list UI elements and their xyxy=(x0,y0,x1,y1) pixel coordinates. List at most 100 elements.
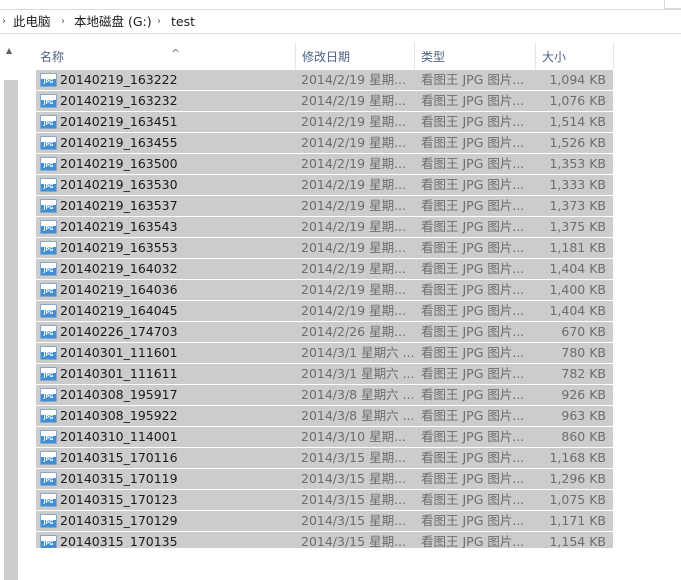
file-row[interactable]: JPG 20140310_114001 2014/3/10 星期... 看图王 JPG… xyxy=(36,427,613,447)
file-type: 看图王 JPG 图片... xyxy=(421,303,525,318)
chevron-right-icon[interactable]: › xyxy=(2,10,6,33)
jpg-file-icon-label: JPG xyxy=(43,247,54,253)
file-row[interactable]: JPG 20140219_164036 2014/2/19 星期... 看图王 JPG… xyxy=(36,280,613,300)
file-type: 看图王 JPG 图片... xyxy=(421,471,525,486)
file-row[interactable]: JPG 20140219_163455 2014/2/19 星期... 看图王 JPG… xyxy=(36,133,613,153)
jpg-file-icon-label: JPG xyxy=(43,100,54,106)
breadcrumb-this-pc[interactable]: 此电脑 xyxy=(13,10,51,33)
file-row[interactable]: JPG 20140219_163232 2014/2/19 星期... 看图王 JPG… xyxy=(36,91,613,111)
navigation-pane-scrollbar[interactable]: ▲ xyxy=(0,42,22,580)
file-row[interactable]: JPG 20140301_111611 2014/3/1 星期六 ... 看图王 JP… xyxy=(36,364,613,384)
jpg-file-icon-label: JPG xyxy=(43,289,54,295)
file-type: 看图王 JPG 图片... xyxy=(421,345,525,360)
file-date: 2014/2/19 星期... xyxy=(301,219,406,234)
file-row[interactable]: JPG 20140219_164032 2014/2/19 星期... 看图王 JPG… xyxy=(36,259,613,279)
jpg-file-icon-label: JPG xyxy=(43,184,54,190)
file-size: 1,094 KB xyxy=(549,72,606,87)
column-header-name[interactable]: 名称 ^ xyxy=(34,42,296,70)
file-name: 20140219_164036 xyxy=(60,282,178,297)
file-size: 782 KB xyxy=(561,366,606,381)
file-type: 看图王 JPG 图片... xyxy=(421,450,525,465)
file-row[interactable]: JPG 20140219_163222 2014/2/19 星期... 看图王 JPG… xyxy=(36,70,613,90)
file-row[interactable]: JPG 20140315_170123 2014/3/15 星期... 看图王 JPG… xyxy=(36,490,613,510)
file-row[interactable]: JPG 20140308_195922 2014/3/8 星期六 ... 看图王 JP… xyxy=(36,406,613,426)
jpg-file-icon-label: JPG xyxy=(43,163,54,169)
file-row[interactable]: JPG 20140219_163451 2014/2/19 星期... 看图王 JPG… xyxy=(36,112,613,132)
file-name: 20140219_163222 xyxy=(60,72,178,87)
file-size: 1,353 KB xyxy=(549,156,606,171)
column-header-type[interactable]: 类型 xyxy=(415,42,535,70)
file-date: 2014/3/15 星期... xyxy=(301,471,406,486)
file-date: 2014/2/19 星期... xyxy=(301,177,406,192)
file-name: 20140219_163537 xyxy=(60,198,178,213)
jpg-file-icon: JPG xyxy=(40,346,57,360)
chevron-right-icon[interactable]: › xyxy=(61,10,65,33)
column-date-label: 修改日期 xyxy=(302,50,351,64)
file-date: 2014/3/8 星期六 ... xyxy=(301,408,413,423)
file-date: 2014/2/19 星期... xyxy=(301,93,406,108)
file-size: 1,373 KB xyxy=(549,198,606,213)
file-size: 1,075 KB xyxy=(549,492,606,507)
jpg-file-icon: JPG xyxy=(40,199,57,213)
chevron-right-icon[interactable]: › xyxy=(157,10,161,33)
jpg-file-icon: JPG xyxy=(40,535,57,548)
file-name: 20140315_170135 xyxy=(60,534,178,548)
jpg-file-icon-label: JPG xyxy=(43,352,54,358)
file-row[interactable]: JPG 20140315_170119 2014/3/15 星期... 看图王 JPG… xyxy=(36,469,613,489)
jpg-file-icon-label: JPG xyxy=(43,79,54,85)
jpg-file-icon-label: JPG xyxy=(43,394,54,400)
jpg-file-icon: JPG xyxy=(40,409,57,423)
file-type: 看图王 JPG 图片... xyxy=(421,114,525,129)
file-row[interactable]: JPG 20140219_163543 2014/2/19 星期... 看图王 JPG… xyxy=(36,217,613,237)
jpg-file-icon: JPG xyxy=(40,514,57,528)
file-size: 963 KB xyxy=(561,408,606,423)
file-type: 看图王 JPG 图片... xyxy=(421,324,525,339)
file-size: 1,076 KB xyxy=(549,93,606,108)
file-size: 1,171 KB xyxy=(549,513,606,528)
file-date: 2014/2/19 星期... xyxy=(301,72,406,87)
file-date: 2014/3/1 星期六 ... xyxy=(301,366,413,381)
file-type: 看图王 JPG 图片... xyxy=(421,261,525,276)
file-row[interactable]: JPG 20140219_163500 2014/2/19 星期... 看图王 JPG… xyxy=(36,154,613,174)
file-name: 20140301_111611 xyxy=(60,366,178,381)
file-size: 1,404 KB xyxy=(549,261,606,276)
jpg-file-icon-label: JPG xyxy=(43,121,54,127)
file-row[interactable]: JPG 20140219_163553 2014/2/19 星期... 看图王 JPG… xyxy=(36,238,613,258)
file-size: 1,333 KB xyxy=(549,177,606,192)
file-type: 看图王 JPG 图片... xyxy=(421,177,525,192)
file-row[interactable]: JPG 20140315_170129 2014/3/15 星期... 看图王 JPG… xyxy=(36,511,613,531)
file-type: 看图王 JPG 图片... xyxy=(421,219,525,234)
jpg-file-icon: JPG xyxy=(40,451,57,465)
jpg-file-icon: JPG xyxy=(40,115,57,129)
file-type: 看图王 JPG 图片... xyxy=(421,282,525,297)
file-row[interactable]: JPG 20140219_164045 2014/2/19 星期... 看图王 JPG… xyxy=(36,301,613,321)
file-date: 2014/2/19 星期... xyxy=(301,261,406,276)
file-row[interactable]: JPG 20140315_170135 2014/3/15 星期... 看图王 JPG… xyxy=(36,532,613,548)
file-name: 20140219_163530 xyxy=(60,177,178,192)
breadcrumb-local-disk[interactable]: 本地磁盘 (G:) xyxy=(74,10,152,33)
file-row[interactable]: JPG 20140301_111601 2014/3/1 星期六 ... 看图王 JP… xyxy=(36,343,613,363)
file-row[interactable]: JPG 20140219_163530 2014/2/19 星期... 看图王 JPG… xyxy=(36,175,613,195)
jpg-file-icon: JPG xyxy=(40,136,57,150)
file-date: 2014/2/19 星期... xyxy=(301,114,406,129)
address-breadcrumb[interactable]: › 此电脑 › 本地磁盘 (G:) › test xyxy=(0,9,681,34)
column-size-label: 大小 xyxy=(542,50,567,64)
jpg-file-icon: JPG xyxy=(40,178,57,192)
scroll-up-arrow-icon[interactable]: ▲ xyxy=(6,46,12,55)
file-size: 670 KB xyxy=(561,324,606,339)
dropdown-button[interactable] xyxy=(664,0,681,9)
file-name: 20140219_163543 xyxy=(60,219,178,234)
column-header-size[interactable]: 大小 xyxy=(536,42,614,70)
file-row[interactable]: JPG 20140226_174703 2014/2/26 星期... 看图王 JPG… xyxy=(36,322,613,342)
scrollbar-thumb[interactable] xyxy=(4,80,18,580)
sort-ascending-icon: ^ xyxy=(171,47,181,60)
file-row[interactable]: JPG 20140315_170116 2014/3/15 星期... 看图王 JPG… xyxy=(36,448,613,468)
file-type: 看图王 JPG 图片... xyxy=(421,513,525,528)
file-date: 2014/3/10 星期... xyxy=(301,429,406,444)
column-divider[interactable] xyxy=(613,42,614,70)
column-header-date[interactable]: 修改日期 xyxy=(296,42,414,70)
file-row[interactable]: JPG 20140308_195917 2014/3/8 星期六 ... 看图王 JP… xyxy=(36,385,613,405)
breadcrumb-test[interactable]: test xyxy=(171,10,195,33)
jpg-file-icon-label: JPG xyxy=(43,331,54,337)
file-row[interactable]: JPG 20140219_163537 2014/2/19 星期... 看图王 JPG… xyxy=(36,196,613,216)
